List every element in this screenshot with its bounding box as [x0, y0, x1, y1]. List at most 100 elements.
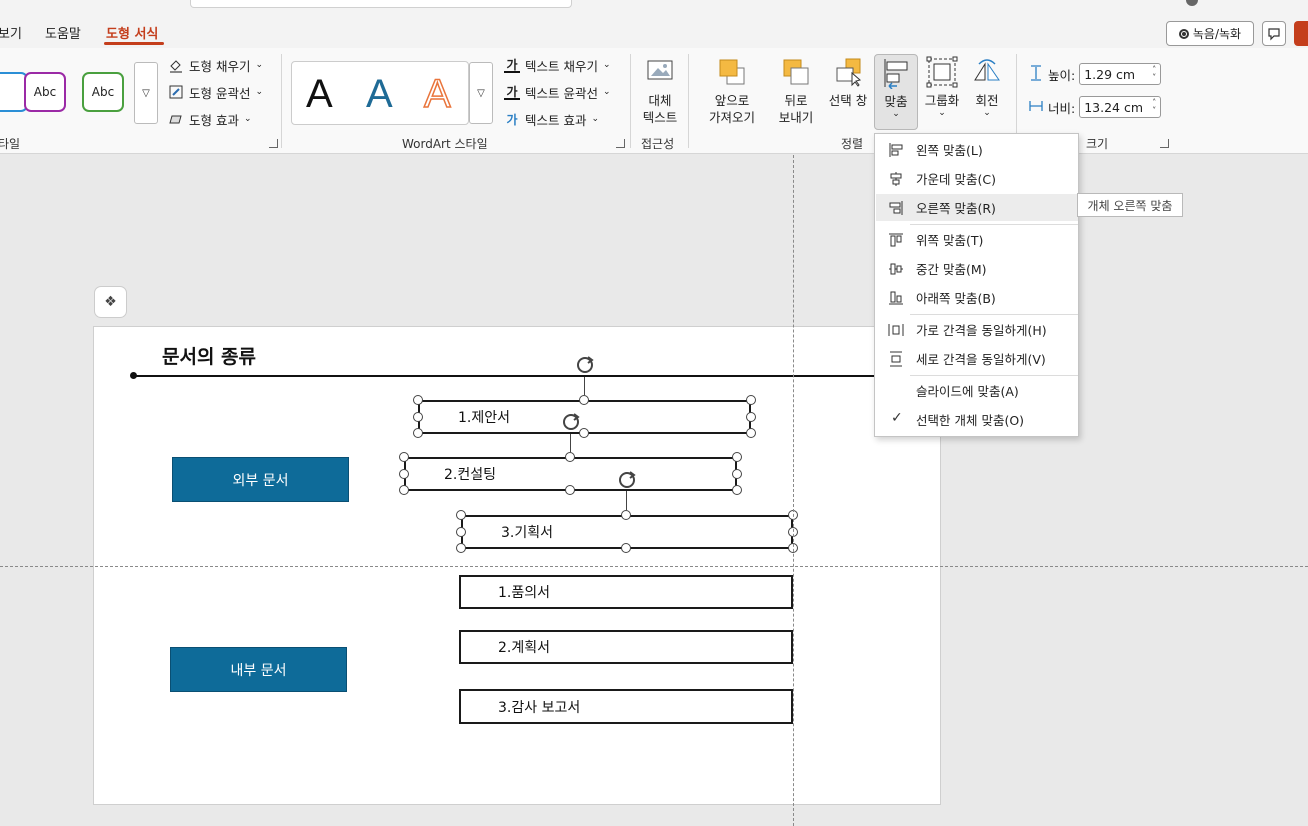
- record-label: 녹음/녹화: [1192, 27, 1242, 41]
- menu-item-align-center[interactable]: 가운데 맞춤(C): [876, 165, 1078, 192]
- shape-effects-label: 도형 효과: [189, 112, 239, 128]
- width-spinner[interactable]: ˄ ˅: [1152, 99, 1156, 115]
- paint-bucket-icon: [168, 57, 184, 73]
- resize-handle[interactable]: [399, 485, 409, 495]
- slide-title[interactable]: 문서의 종류: [162, 342, 256, 369]
- menu-separator: [910, 224, 1078, 225]
- resize-handle[interactable]: [456, 543, 466, 553]
- wordart-group-label: WordArt 스타일: [402, 137, 488, 151]
- menu-item-distribute-vertical[interactable]: 세로 간격을 동일하게(V): [876, 345, 1078, 372]
- menu-item-align-to-slide[interactable]: 슬라이드에 맞춤(A): [876, 377, 1078, 404]
- menu-item-align-left[interactable]: 왼쪽 맞춤(L): [876, 136, 1078, 163]
- text-effects-button[interactable]: 가 텍스트 효과 ⌄: [504, 108, 599, 130]
- menu-item-align-middle[interactable]: 중간 맞춤(M): [876, 255, 1078, 282]
- menu-item-distribute-horizontal[interactable]: 가로 간격을 동일하게(H): [876, 316, 1078, 343]
- resize-handle[interactable]: [413, 412, 423, 422]
- comments-button[interactable]: [1262, 21, 1286, 46]
- resize-handle[interactable]: [732, 469, 742, 479]
- external-docs-box[interactable]: 외부 문서: [172, 457, 349, 502]
- menu-item-align-right[interactable]: 오른쪽 맞춤(R): [876, 194, 1078, 221]
- wordart-gallery[interactable]: A A A: [291, 61, 469, 125]
- bring-forward-icon: [716, 56, 748, 88]
- shape-style-green[interactable]: Abc: [82, 72, 124, 112]
- text-outline-button[interactable]: 가 텍스트 윤곽선 ⌄: [504, 81, 611, 103]
- wordart-style-blue[interactable]: A: [366, 72, 393, 117]
- resize-handle[interactable]: [746, 395, 756, 405]
- resize-handle[interactable]: [621, 510, 631, 520]
- resize-handle[interactable]: [746, 412, 756, 422]
- distribute-vertical-icon: [890, 351, 902, 367]
- text-fill-button[interactable]: 가 텍스트 채우기 ⌄: [504, 54, 611, 76]
- rotate-handle-icon[interactable]: [574, 354, 596, 376]
- pencil-outline-icon: [168, 84, 184, 100]
- search-box-fragment[interactable]: [190, 0, 572, 8]
- shape-fill-button[interactable]: 도형 채우기 ⌄: [168, 54, 263, 76]
- send-backward-button[interactable]: 뒤로 보내기: [773, 56, 819, 126]
- tab-help[interactable]: 도움말: [45, 23, 81, 42]
- resize-handle[interactable]: [732, 452, 742, 462]
- chevron-down-icon: ⌄: [983, 108, 991, 118]
- resize-handle[interactable]: [746, 428, 756, 438]
- tooltip: 개체 오른쪽 맞춤: [1077, 193, 1183, 217]
- text-effects-label: 텍스트 효과: [525, 112, 587, 128]
- text-outline-icon: 가: [504, 84, 520, 100]
- rotate-handle-icon[interactable]: [560, 411, 582, 433]
- align-button[interactable]: 맞춤 ⌄: [874, 54, 918, 130]
- tab-view[interactable]: 보기: [0, 23, 22, 42]
- share-button[interactable]: [1294, 21, 1308, 46]
- height-spinner[interactable]: ˄ ˅: [1152, 66, 1156, 82]
- width-input[interactable]: 13.24 cm ˄ ˅: [1079, 96, 1162, 118]
- rotation-stem: [626, 491, 627, 510]
- doc-box-approval[interactable]: 1.품의서: [459, 575, 793, 609]
- wordart-style-black[interactable]: A: [306, 72, 333, 117]
- width-icon: [1028, 97, 1044, 118]
- internal-docs-box[interactable]: 내부 문서: [170, 647, 347, 692]
- record-button[interactable]: 녹음/녹화: [1166, 21, 1254, 46]
- resize-handle[interactable]: [456, 510, 466, 520]
- profile-icon[interactable]: [1186, 0, 1198, 6]
- resize-handle[interactable]: [579, 395, 589, 405]
- rotate-handle-icon[interactable]: [616, 469, 638, 491]
- menu-item-align-bottom[interactable]: 아래쪽 맞춤(B): [876, 284, 1078, 311]
- rotate-button[interactable]: 회전 ⌄: [968, 56, 1006, 118]
- height-input[interactable]: 1.29 cm ˄ ˅: [1079, 63, 1162, 85]
- resize-handle[interactable]: [456, 527, 466, 537]
- wordart-style-orange[interactable]: A: [423, 71, 451, 117]
- group-button[interactable]: 그룹화 ⌄: [922, 56, 962, 118]
- shape-effects-button[interactable]: 도형 효과 ⌄: [168, 108, 252, 130]
- dialog-launcher-icon[interactable]: [269, 139, 278, 148]
- doc-box-audit-report[interactable]: 3.감사 보고서: [459, 689, 793, 724]
- copilot-icon[interactable]: ❖: [94, 286, 127, 318]
- menu-item-label: 위쪽 맞춤(T): [916, 233, 984, 248]
- tab-shape-format[interactable]: 도형 서식: [106, 23, 158, 42]
- resize-handle[interactable]: [413, 395, 423, 405]
- shape-effects-icon: [168, 111, 184, 127]
- wordart-more-button[interactable]: ▽: [469, 62, 493, 124]
- doc-box-label: 1.품의서: [498, 585, 550, 601]
- resize-handle[interactable]: [399, 452, 409, 462]
- group-separator: [281, 54, 282, 148]
- bring-forward-button[interactable]: 앞으로 가져오기: [699, 56, 765, 126]
- align-middle-icon: [889, 263, 903, 275]
- shape-styles-more-button[interactable]: ▽: [134, 62, 158, 124]
- shape-outline-button[interactable]: 도형 윤곽선 ⌄: [168, 81, 263, 103]
- resize-handle[interactable]: [732, 485, 742, 495]
- dialog-launcher-icon[interactable]: [616, 139, 625, 148]
- rotate-icon: [971, 56, 1003, 88]
- menu-item-align-top[interactable]: 위쪽 맞춤(T): [876, 226, 1078, 253]
- selection-pane-button[interactable]: 선택 창: [826, 56, 870, 109]
- shape-style-purple[interactable]: Abc: [24, 72, 66, 112]
- resize-handle[interactable]: [565, 485, 575, 495]
- size-group-label: 크기: [1086, 137, 1109, 151]
- resize-handle[interactable]: [621, 543, 631, 553]
- resize-handle[interactable]: [399, 469, 409, 479]
- resize-handle[interactable]: [413, 428, 423, 438]
- title-underline[interactable]: [133, 375, 875, 377]
- dialog-launcher-icon[interactable]: [1160, 139, 1169, 148]
- menu-item-align-selected[interactable]: ✓ 선택한 개체 맞춤(O): [876, 406, 1078, 433]
- resize-handle[interactable]: [565, 452, 575, 462]
- alt-text-button[interactable]: 대체 텍스트: [639, 56, 681, 126]
- menu-item-label: 가운데 맞춤(C): [916, 172, 996, 187]
- width-row: 너비: 13.24 cm ˄ ˅: [1028, 95, 1162, 119]
- doc-box-plan[interactable]: 2.계획서: [459, 630, 793, 664]
